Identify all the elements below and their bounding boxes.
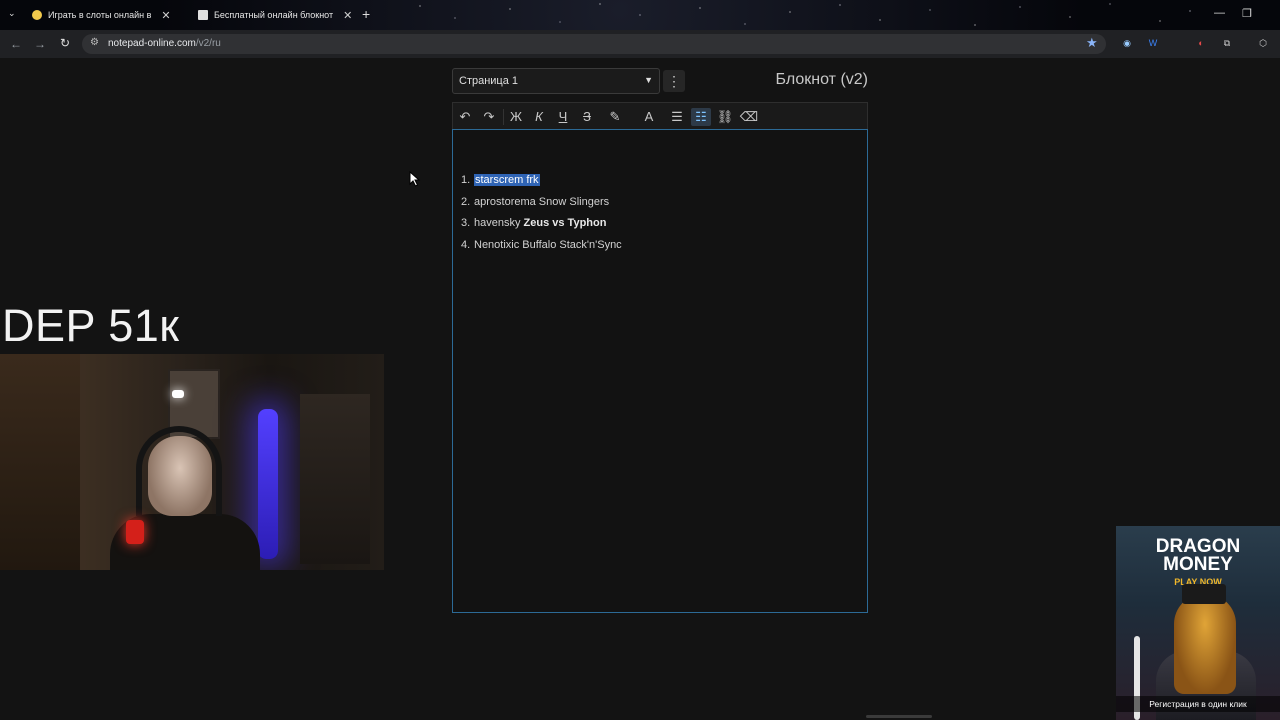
list-number: 3. bbox=[461, 217, 471, 229]
bullet-list-icon[interactable]: ☰ bbox=[667, 108, 687, 126]
editor-textarea[interactable]: 1. starscrem frk 2. aprostorema Snow Sling… bbox=[452, 129, 868, 613]
new-tab-plus-icon[interactable]: + bbox=[362, 6, 370, 22]
ad-dragon-mascot bbox=[1174, 594, 1236, 694]
browser-tab-slots[interactable]: Играть в слоты онлайн в ✕ bbox=[32, 4, 187, 26]
profile-icon[interactable]: ⬡ bbox=[1256, 36, 1270, 50]
back-arrow-icon[interactable]: ← bbox=[10, 37, 22, 51]
notepad-favicon-icon bbox=[198, 10, 208, 20]
bold-button[interactable]: Ж bbox=[506, 108, 526, 126]
slots-favicon-icon bbox=[32, 10, 42, 20]
webcam-neon-lamp bbox=[258, 409, 278, 559]
forward-arrow-icon[interactable]: → bbox=[34, 37, 46, 51]
toolbar-divider bbox=[503, 109, 504, 125]
extensions-puzzle-icon[interactable]: ⧉ bbox=[1220, 36, 1234, 50]
maximize-icon[interactable]: ❐ bbox=[1242, 7, 1252, 20]
list-item[interactable]: 3. havensky Zeus vs Typhon bbox=[461, 215, 622, 237]
numbered-list: 1. starscrem frk 2. aprostorema Snow Sling… bbox=[461, 172, 622, 258]
list-text: havensky bbox=[474, 217, 524, 229]
link-icon[interactable]: ⛓ bbox=[715, 108, 735, 126]
more-options-button[interactable]: ⋮ bbox=[663, 70, 685, 92]
ad-caption: Регистрация в один клик bbox=[1116, 696, 1280, 712]
webcam-door bbox=[0, 354, 80, 570]
chevron-down-icon: ▼ bbox=[644, 75, 653, 85]
list-item[interactable]: 2. aprostorema Snow Slingers bbox=[461, 194, 622, 216]
extension-icon-3[interactable]: ◐ bbox=[1194, 36, 1208, 50]
app-title: Блокнот (v2) bbox=[775, 71, 868, 88]
tab-title: Играть в слоты онлайн в bbox=[48, 10, 152, 20]
list-text-bold: Zeus vs Typhon bbox=[523, 217, 607, 229]
address-bar[interactable] bbox=[82, 34, 1106, 54]
browser-tab-notepad[interactable]: Бесплатный онлайн блокнот ✕ bbox=[198, 4, 353, 26]
list-item[interactable]: 1. starscrem frk bbox=[461, 172, 622, 194]
strikethrough-button[interactable]: З bbox=[577, 108, 597, 126]
selected-text[interactable]: starscrem frk bbox=[474, 174, 540, 186]
tab-close-icon[interactable]: ✕ bbox=[161, 9, 170, 22]
tab-list-chevron-icon[interactable]: ⌄ bbox=[8, 8, 16, 19]
underline-button[interactable]: Ч bbox=[553, 108, 573, 126]
list-number: 4. bbox=[461, 238, 471, 251]
browser-tab-bar: ⌄ Играть в слоты онлайн в ✕ Бесплатный о… bbox=[0, 0, 1280, 30]
list-text: Nenotixic Buffalo Stack'n'Sync bbox=[474, 238, 622, 251]
reload-icon[interactable]: ↻ bbox=[60, 36, 70, 50]
starfield-background bbox=[0, 0, 1280, 30]
dragon-money-ad-banner[interactable]: DRAGON MONEY PLAY NOW Регистрация в один … bbox=[1116, 526, 1280, 720]
webcam-feed bbox=[0, 354, 384, 570]
bookmark-star-icon[interactable]: ★ bbox=[1086, 35, 1098, 51]
minimize-icon[interactable]: — bbox=[1214, 7, 1225, 19]
italic-button[interactable]: К bbox=[529, 108, 549, 126]
numbered-list-icon[interactable]: ☷ bbox=[691, 108, 711, 126]
extension-icon-w[interactable]: W bbox=[1146, 36, 1160, 50]
webcam-microphone bbox=[126, 520, 144, 544]
mouse-cursor-icon bbox=[409, 171, 421, 187]
font-color-icon[interactable]: A bbox=[635, 108, 663, 126]
tab-close-icon[interactable]: ✕ bbox=[343, 9, 352, 22]
webcam-shelf bbox=[300, 394, 370, 564]
list-number: 2. bbox=[461, 195, 471, 208]
deposit-overlay-text: DEP 51к bbox=[2, 300, 180, 351]
list-text: aprostorema Snow Slingers bbox=[474, 195, 610, 208]
list-number: 1. bbox=[461, 174, 471, 186]
editor-toolbar: ↶ ↷ Ж К Ч З ✎ A ☰ ☷ ⛓ ⌫ bbox=[452, 102, 868, 130]
highlight-pen-icon[interactable]: ✎ bbox=[601, 108, 629, 126]
undo-icon[interactable]: ↶ bbox=[455, 108, 475, 126]
ad-title: DRAGON MONEY bbox=[1155, 536, 1241, 575]
bottom-scroll-indicator bbox=[866, 715, 932, 718]
ad-top-hat bbox=[1182, 584, 1226, 604]
site-info-icon[interactable]: ⚙ bbox=[90, 37, 99, 48]
tab-title: Бесплатный онлайн блокнот bbox=[214, 10, 334, 20]
page-select[interactable]: Страница 1 ▼ bbox=[452, 68, 660, 94]
webcam-light bbox=[172, 390, 184, 398]
redo-icon[interactable]: ↷ bbox=[479, 108, 499, 126]
list-item[interactable]: 4. Nenotixic Buffalo Stack'n'Sync bbox=[461, 237, 622, 259]
page-select-value: Страница 1 bbox=[459, 75, 519, 87]
extension-icon-1[interactable]: ◉ bbox=[1120, 36, 1134, 50]
url-text[interactable]: notepad-online.com/v2/ru bbox=[108, 38, 221, 49]
webcam-headset bbox=[136, 426, 222, 516]
clear-format-eraser-icon[interactable]: ⌫ bbox=[739, 108, 759, 126]
